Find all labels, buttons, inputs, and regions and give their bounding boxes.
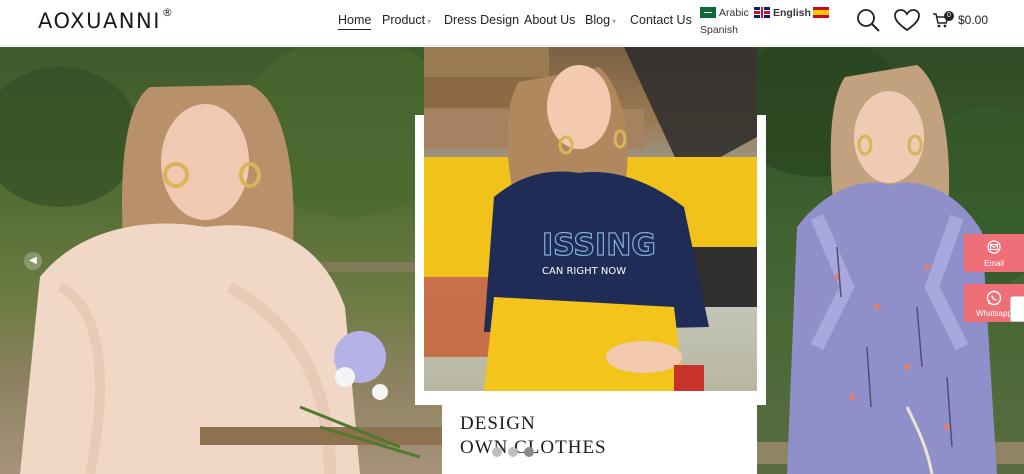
search-icon[interactable]: [855, 7, 881, 33]
model-illustration-middle: ISSING CAN RIGHT NOW: [424, 47, 757, 391]
hero-slider: ISSING CAN RIGHT NOW DESIGN OWN CLOTHES …: [0, 47, 1024, 474]
nav-home[interactable]: Home: [338, 13, 372, 30]
nav-about[interactable]: About Us: [524, 13, 575, 27]
shirt-graphic-subtext: CAN RIGHT NOW: [542, 266, 626, 277]
heart-icon[interactable]: [893, 8, 921, 32]
email-icon: [987, 240, 1001, 254]
nav-product[interactable]: Product ▾: [382, 13, 431, 27]
saudi-flag-icon[interactable]: [700, 7, 716, 18]
hero-photo-left: [0, 47, 442, 474]
nav-blog-label: Blog: [585, 13, 611, 27]
lang-arabic[interactable]: Arabic: [719, 7, 749, 19]
nav-contact[interactable]: Contact Us: [630, 13, 692, 27]
email-label: Email: [983, 259, 1004, 268]
hero-photo-middle: ISSING CAN RIGHT NOW: [424, 47, 757, 391]
nav-dress-design[interactable]: Dress Design: [444, 13, 519, 27]
brand-logo[interactable]: AOXUANNI®: [38, 6, 175, 33]
model-illustration-left: [0, 47, 442, 474]
chevron-down-icon: ▾: [612, 17, 617, 26]
hero-headline-line1: DESIGN: [460, 413, 536, 434]
site-header: AOXUANNI® Home Product ▾ Dress Design Abo…: [0, 0, 1024, 46]
cart-total[interactable]: $0.00: [958, 13, 988, 27]
chevron-left-icon[interactable]: ◀: [24, 252, 42, 270]
slider-dot-3[interactable]: [524, 447, 534, 457]
hero-headline-line2: OWN CLOTHES: [460, 437, 607, 458]
nav-product-label: Product: [382, 13, 426, 27]
shirt-graphic-text: ISSING: [542, 228, 656, 263]
lang-spanish[interactable]: Spanish: [700, 24, 738, 36]
spain-flag-icon[interactable]: [813, 7, 829, 18]
slider-dot-2[interactable]: [508, 447, 518, 457]
whatsapp-icon: [986, 290, 1002, 306]
hero-text-card: DESIGN OWN CLOTHES: [442, 401, 740, 474]
slider-dot-1[interactable]: [492, 447, 502, 457]
brand-name: AOXUANNI: [38, 9, 161, 33]
nav-blog[interactable]: Blog ▾: [585, 13, 616, 27]
email-contact-button[interactable]: Email: [964, 234, 1024, 272]
expand-tab-icon[interactable]: [1010, 296, 1024, 322]
lang-english[interactable]: English: [773, 7, 811, 19]
uk-flag-icon[interactable]: [754, 7, 770, 18]
chevron-down-icon: ▾: [427, 17, 432, 26]
cart-count-badge: 0: [944, 11, 954, 21]
registered-mark: ®: [161, 6, 175, 19]
